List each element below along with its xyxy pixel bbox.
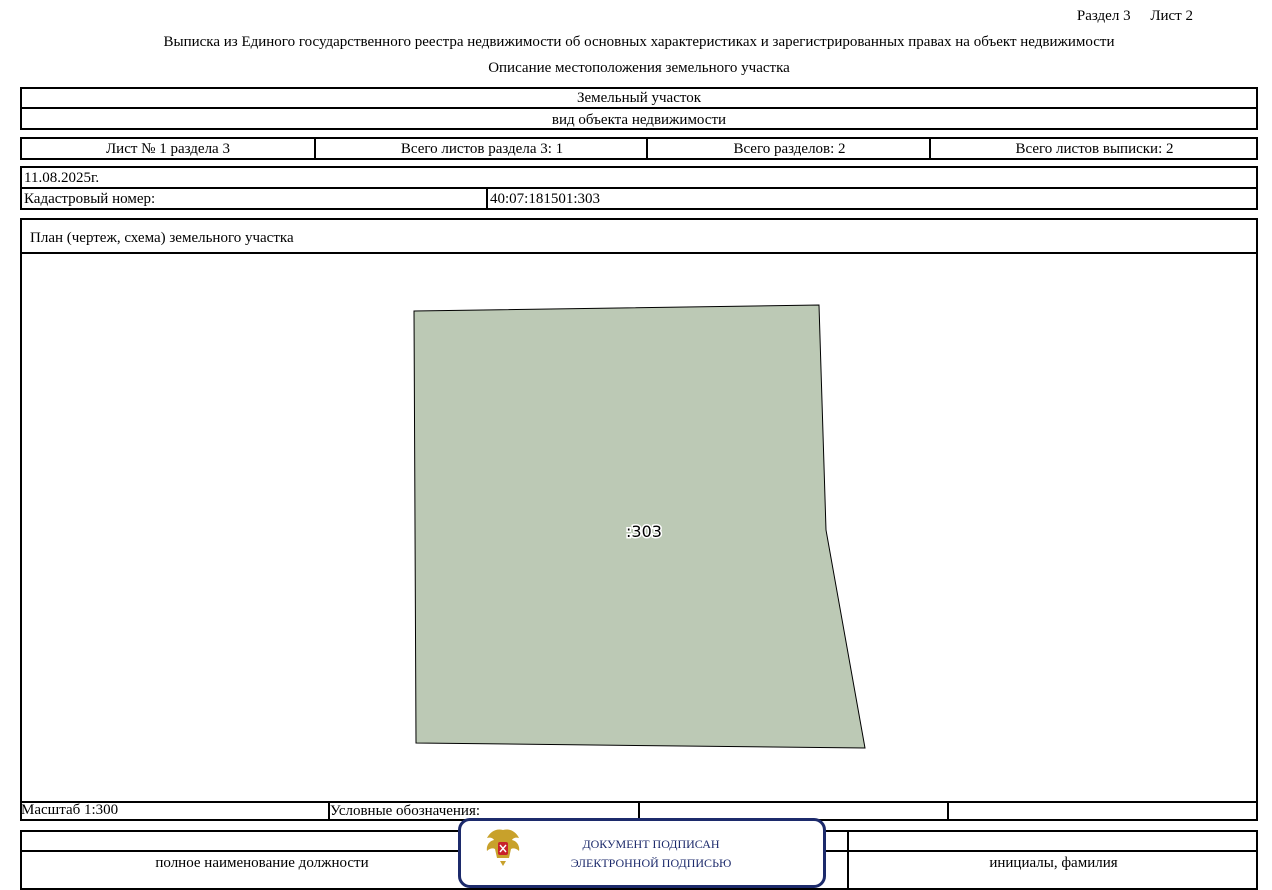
parcel-drawing: :303 [413,304,866,749]
parcel-label: :303 [626,522,662,541]
divider [947,801,949,821]
coat-of-arms-icon [486,829,520,866]
name-caption: инициалы, фамилия [989,855,1118,871]
electronic-signature-stamp: ДОКУМЕНТ ПОДПИСАН ЭЛЕКТРОННОЙ ПОДПИСЬЮ [458,818,826,888]
legend-label: Условные обозначения: [330,803,481,819]
position-caption: полное наименование должности [155,855,369,871]
scale-label: Масштаб 1:300 [21,802,119,818]
stamp-line-2: ЭЛЕКТРОННОЙ ПОДПИСЬЮ [570,856,732,870]
stamp-line-1: ДОКУМЕНТ ПОДПИСАН [582,837,720,851]
